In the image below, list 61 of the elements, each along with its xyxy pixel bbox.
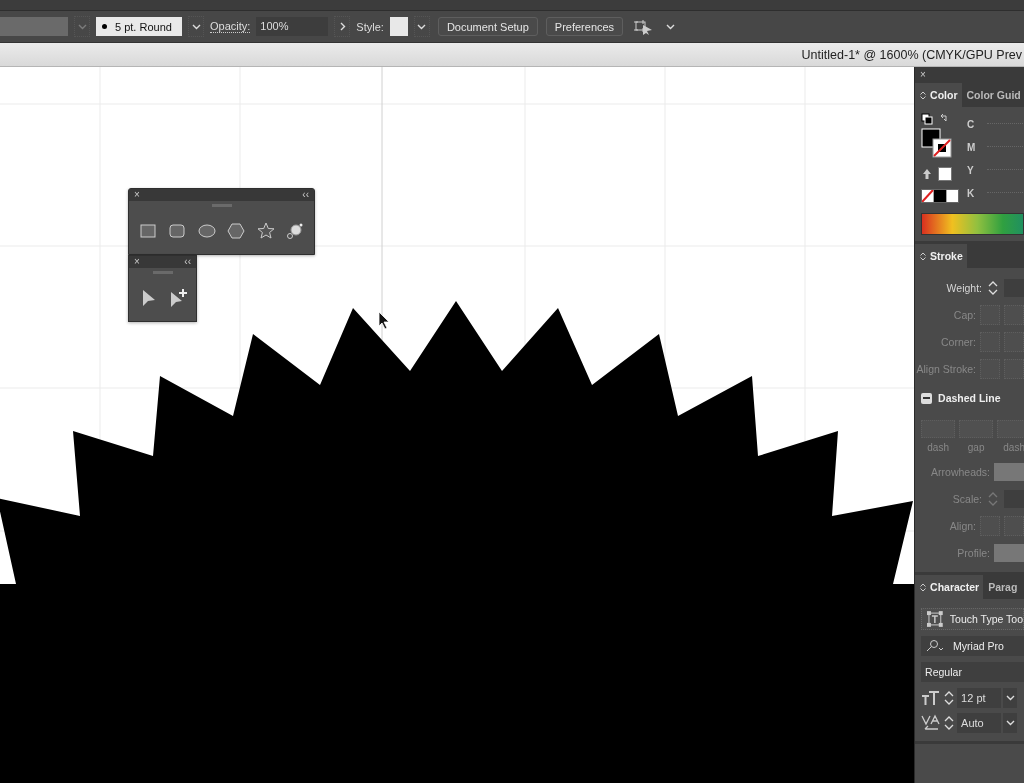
channel-label: K (967, 188, 976, 199)
close-button[interactable]: × (134, 257, 140, 267)
close-button[interactable]: × (920, 70, 926, 80)
opacity-field[interactable]: 100% (256, 17, 329, 36)
value-field[interactable]: Auto (957, 712, 1002, 733)
channel-label: C (967, 119, 976, 130)
field-label: Align: (949, 519, 976, 532)
hexagon-icon[interactable] (226, 220, 247, 241)
panel-tab[interactable]: Parag (983, 575, 1022, 599)
arrow-up-icon[interactable] (921, 168, 934, 180)
touch-type-button[interactable]: Touch Type Too (921, 608, 1024, 630)
channel-label: Y (967, 165, 975, 176)
panel-tab[interactable]: Color (915, 83, 962, 107)
expand-button[interactable] (334, 16, 351, 37)
style-label: Style: (356, 20, 384, 33)
field-label: Scale: (952, 492, 982, 505)
field-label: Weight: (946, 281, 982, 294)
toolbar-button[interactable]: Document Setup (437, 17, 538, 36)
dropdown-button[interactable] (1003, 687, 1018, 708)
dropdown-field[interactable] (994, 543, 1024, 562)
collapse-button[interactable]: ‹‹ (302, 190, 309, 200)
fill-field[interactable] (0, 17, 68, 36)
dropdown-button[interactable] (188, 16, 204, 37)
dropdown-button[interactable] (1003, 712, 1018, 733)
color-spectrum[interactable] (921, 213, 1024, 235)
field-label: dash (927, 441, 949, 453)
field-label: Cap: (953, 308, 976, 321)
sort-arrows-icon[interactable] (920, 251, 927, 261)
touch-type-icon[interactable] (926, 610, 944, 628)
dropdown-button[interactable] (413, 16, 430, 37)
swatch-strip (921, 189, 960, 203)
close-button[interactable]: × (134, 190, 140, 200)
value-field[interactable]: 12 pt (957, 687, 1002, 708)
panel-tab[interactable]: Color Guid (961, 83, 1024, 107)
dropdown-field[interactable] (994, 462, 1024, 481)
font-field[interactable]: Myriad Pro (921, 636, 1024, 656)
sort-arrows-icon[interactable] (920, 90, 927, 100)
color-swatch[interactable] (938, 167, 953, 181)
panel-tab[interactable]: Character (915, 575, 984, 599)
toolbar-button[interactable]: Preferences (545, 17, 624, 36)
field-label: Align Stroke: (916, 362, 976, 375)
field-label: gap (967, 441, 985, 453)
field-label: dash (1003, 441, 1024, 453)
field-label: Profile: (957, 546, 990, 559)
collapse-button[interactable]: ‹‹ (184, 257, 191, 267)
brush-field[interactable]: 5 pt. Round (96, 17, 182, 36)
document-title[interactable]: Untitled-1* @ 1600% (CMYK/GPU Prev (801, 47, 1022, 62)
font-style-field[interactable]: Regular (921, 662, 1024, 682)
font-size-icon (921, 688, 942, 707)
tracking-icon (921, 713, 942, 732)
opacity-label[interactable]: Opacity: (210, 20, 251, 33)
panel-tab[interactable]: Stroke (915, 244, 967, 268)
field-label: Corner: (941, 335, 976, 348)
checkbox[interactable] (921, 392, 933, 404)
sort-arrows-icon[interactable] (920, 582, 927, 592)
channel-label: M (967, 142, 976, 153)
star-icon[interactable] (255, 220, 276, 241)
style-swatch[interactable] (389, 17, 408, 36)
field-label: Arrowheads: (931, 465, 990, 478)
section-label: Dashed Line (938, 392, 1001, 404)
cursor-icon (378, 311, 390, 330)
